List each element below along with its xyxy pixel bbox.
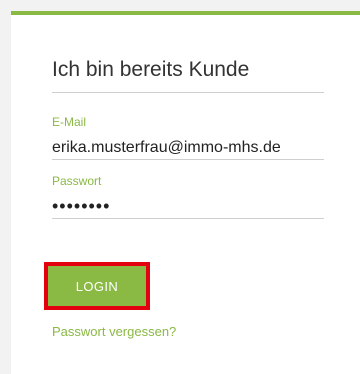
login-button[interactable]: LOGIN: [48, 266, 146, 306]
password-field[interactable]: [52, 195, 324, 219]
forgot-password-link[interactable]: Passwort vergessen?: [52, 324, 176, 339]
email-field[interactable]: [52, 136, 324, 160]
page-title: Ich bin bereits Kunde: [52, 58, 250, 81]
password-label: Passwort: [52, 174, 102, 188]
title-divider: [52, 92, 324, 93]
email-label: E-Mail: [52, 115, 87, 129]
login-card: Ich bin bereits Kunde E-Mail Passwort LO…: [11, 11, 360, 374]
